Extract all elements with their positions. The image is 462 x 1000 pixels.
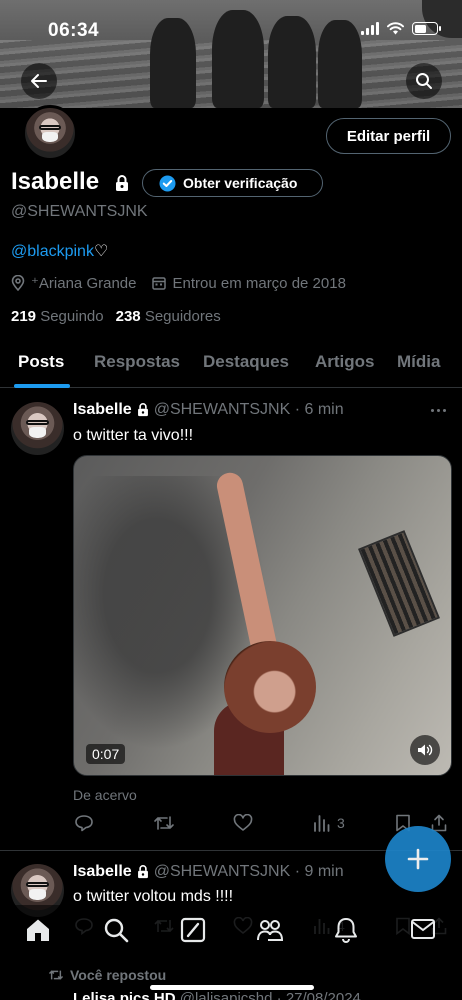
profile-tabs: Posts Respostas Destaques Artigos Mídia [0,340,462,388]
profile-banner[interactable] [0,0,462,108]
post-avatar[interactable] [11,402,64,455]
repost-button[interactable] [153,814,175,832]
more-options-icon[interactable] [431,409,446,412]
search-button[interactable] [406,63,442,99]
post-author-name[interactable]: Isabelle [73,401,132,419]
next-post-author[interactable]: Lelisa pics HD [73,990,176,1000]
banner-figure [318,20,362,108]
arrow-left-icon [31,74,47,88]
tab-articles[interactable]: Artigos [315,352,375,372]
next-post-header: Lelisa pics HD @lalisapicshd · 27/08/202… [73,990,361,1000]
search-icon[interactable] [103,917,129,943]
bio-suffix: ♡ [93,243,109,260]
repost-icon [154,816,174,830]
profile-joined: Entrou em março de 2018 [152,274,346,292]
get-verified-label: Obter verificação [183,175,298,191]
post-source: De acervo [73,787,137,803]
bottom-navigation [0,905,462,957]
tab-replies[interactable]: Respostas [94,352,180,372]
like-button[interactable] [233,814,253,832]
lock-icon [137,403,148,417]
video-duration: 0:07 [86,744,126,764]
cellular-signal-icon [361,22,379,35]
next-post-handle-time: @lalisapicshd · 27/08/2024 [179,990,361,1000]
views-button[interactable]: 3 [313,814,345,832]
repost-icon [48,970,64,980]
back-button[interactable] [21,63,57,99]
get-verified-button[interactable]: Obter verificação [142,169,323,197]
profile-avatar[interactable] [22,105,78,161]
communities-icon[interactable] [256,917,284,943]
battery-icon [412,22,441,35]
tab-media[interactable]: Mídia [397,352,440,372]
wifi-icon [387,22,404,35]
profile-name: Isabelle [11,168,100,195]
banner-figure [268,16,316,108]
heart-icon [233,814,253,831]
following-count: 219 [11,308,37,325]
followers-count: 238 [115,308,141,325]
bio-mention-link[interactable]: @blackpink [11,243,94,260]
views-chart-icon [314,815,330,832]
edit-profile-button[interactable]: Editar perfil [326,118,451,154]
home-indicator [150,985,314,990]
compose-post-button[interactable] [385,826,451,892]
following-label: Seguindo [40,308,104,325]
search-icon [416,73,432,89]
repost-indicator: Você repostou [48,967,166,983]
banner-figure [212,10,264,108]
location-pin-icon [11,275,25,291]
profile-location: ⁺Ariana Grande [11,274,136,292]
profile-bio: @blackpink♡ [11,241,108,261]
repost-label: Você repostou [70,967,167,983]
joined-label: Entrou em março de 2018 [172,274,346,292]
profile-handle: @SHEWANTSJNK [11,203,148,220]
notifications-bell-icon[interactable] [334,917,358,943]
lock-icon [116,175,128,191]
banner-figure [150,18,196,108]
location-label: ⁺Ariana Grande [31,275,137,292]
calendar-icon [152,277,167,290]
video-drain-grate [358,530,440,637]
follow-stats: 219 Seguindo 238 Seguidores [11,308,221,325]
tab-highlights[interactable]: Destaques [203,352,289,372]
post-text: o twitter voltou mds !!!! [73,888,234,905]
post-author-name[interactable]: Isabelle [73,863,132,881]
lock-icon [137,865,148,879]
followers-label: Seguidores [144,308,221,325]
profile-meta: ⁺Ariana Grande Entrou em março de 2018 [11,274,362,292]
reply-button[interactable] [74,814,94,832]
volume-button[interactable] [410,735,440,765]
following-link[interactable]: 219 Seguindo [11,308,104,325]
grok-icon[interactable] [180,917,206,943]
post-handle-time: @SHEWANTSJNK · 9 min [153,863,344,880]
views-count: 3 [337,815,345,831]
post-header: Isabelle @SHEWANTSJNK · 6 min [73,401,344,419]
post-video[interactable]: 0:07 [73,455,452,776]
tab-posts[interactable]: Posts [18,352,64,372]
home-icon[interactable] [25,917,51,943]
messages-envelope-icon[interactable] [410,917,436,941]
post-text: o twitter ta vivo!!! [73,427,194,444]
plus-icon [407,848,429,870]
post-header: Isabelle @SHEWANTSJNK · 9 min [73,863,344,881]
verified-badge-icon [159,175,176,191]
reply-icon [75,815,93,832]
followers-link[interactable]: 238 Seguidores [116,308,221,325]
post-handle-time: @SHEWANTSJNK · 6 min [153,401,344,418]
speaker-icon [418,744,433,756]
status-time: 06:34 [48,20,100,41]
status-icons [361,22,441,35]
active-tab-indicator [14,384,70,388]
